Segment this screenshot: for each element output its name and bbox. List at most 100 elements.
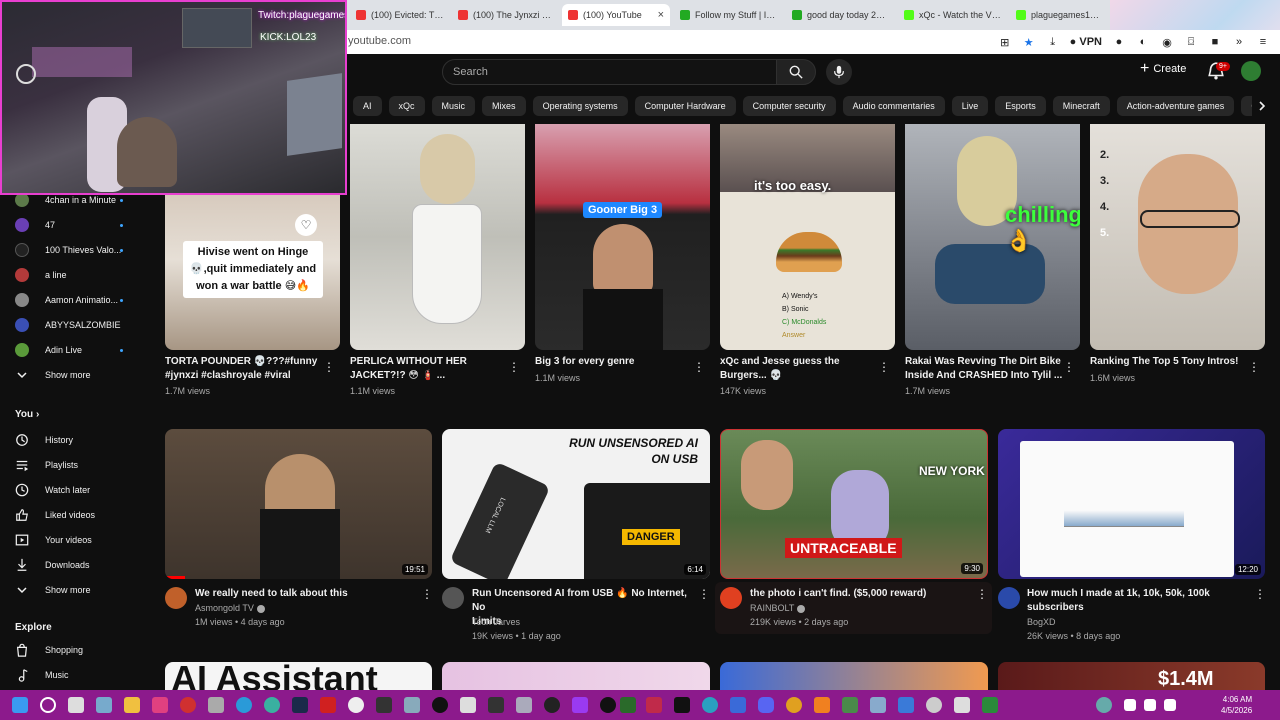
screenshot-icon[interactable]: ⊞ xyxy=(998,36,1012,49)
browser-tab[interactable]: plaguegames16 Stream... xyxy=(1010,4,1110,26)
sidebar-item-history[interactable]: History xyxy=(0,429,150,451)
vpn-button[interactable]: ● VPN xyxy=(1070,36,1102,48)
chip[interactable]: Audio commentaries xyxy=(842,96,945,116)
more-options-icon[interactable]: ⋮ xyxy=(976,587,988,601)
sidebar-toggle-icon[interactable]: ■ xyxy=(1208,36,1222,48)
chrome-icon[interactable] xyxy=(786,697,802,713)
video-title[interactable]: How much I made at 1k, 10k, 50k, 100k sub… xyxy=(1027,587,1247,615)
more-options-icon[interactable]: ⋮ xyxy=(1254,587,1266,601)
channel-name[interactable]: RAINBOLT xyxy=(750,601,806,615)
app-icon[interactable] xyxy=(646,697,662,713)
camera-icon[interactable]: ⌼ xyxy=(1184,36,1198,49)
sidebar-item-your-videos[interactable]: Your videos xyxy=(0,529,150,551)
short-thumbnail[interactable]: 2. 3. 4. 5. xyxy=(1090,124,1265,350)
channel-avatar[interactable] xyxy=(442,587,464,609)
settings-icon[interactable] xyxy=(348,697,364,713)
channel-name[interactable]: Tech Jarves xyxy=(472,615,520,629)
app-icon[interactable] xyxy=(898,697,914,713)
video-thumbnail[interactable] xyxy=(720,662,988,690)
extension-icon[interactable]: ● xyxy=(1112,36,1126,48)
chip[interactable]: Operating systems xyxy=(532,96,628,116)
app-icon[interactable] xyxy=(460,697,476,713)
show-more-you[interactable]: Show more xyxy=(0,579,150,601)
extension-icon[interactable]: ◉ xyxy=(1160,36,1174,49)
app-icon[interactable] xyxy=(488,697,504,713)
short-thumbnail[interactable]: it's too easy. A) Wendy's B) Sonic C) Mc… xyxy=(720,124,895,350)
edge-icon[interactable] xyxy=(236,697,252,713)
sidebar-subscription[interactable]: ABYYSALZOMBIE xyxy=(0,314,150,336)
close-tab-icon[interactable]: × xyxy=(658,9,664,21)
search-icon[interactable] xyxy=(40,697,56,713)
app-icon[interactable] xyxy=(926,697,942,713)
channel-avatar[interactable] xyxy=(165,587,187,609)
app-icon[interactable] xyxy=(404,697,420,713)
chip[interactable]: AI xyxy=(353,96,382,116)
chip[interactable]: Live xyxy=(951,96,989,116)
app-icon[interactable] xyxy=(516,697,532,713)
tray-app-icon[interactable] xyxy=(1096,697,1112,713)
download-icon[interactable]: ⤓ xyxy=(1046,36,1060,49)
chip[interactable]: Action-adventure games xyxy=(1116,96,1235,116)
browser-tab[interactable]: (100) The Jynxzi situat... xyxy=(452,4,560,26)
channel-avatar[interactable] xyxy=(720,587,742,609)
file-explorer-icon[interactable] xyxy=(124,697,140,713)
app-icon[interactable] xyxy=(730,697,746,713)
chip[interactable]: Esports xyxy=(995,96,1046,116)
more-options-icon[interactable]: ⋮ xyxy=(323,360,335,374)
bookmark-star-icon[interactable]: ★ xyxy=(1022,36,1036,49)
browser-tab-active[interactable]: (100) YouTube × xyxy=(562,4,670,26)
extension-icon[interactable]: ◐ xyxy=(1136,36,1150,48)
app-icon[interactable] xyxy=(432,697,448,713)
sidebar-item-downloads[interactable]: Downloads xyxy=(0,554,150,576)
sidebar-subscription[interactable]: Aamon Animatio... xyxy=(0,289,150,311)
chip[interactable]: Music xyxy=(431,96,476,116)
battery-icon[interactable] xyxy=(1164,699,1176,711)
app-icon[interactable] xyxy=(600,697,616,713)
steam-icon[interactable] xyxy=(292,697,308,713)
app-icon[interactable] xyxy=(264,697,280,713)
app-icon[interactable] xyxy=(842,697,858,713)
chip[interactable]: xQc xyxy=(388,96,425,116)
video-thumbnail[interactable]: AI Assistant xyxy=(165,662,432,690)
sidebar-item-playlists[interactable]: Playlists xyxy=(0,454,150,476)
opera-icon[interactable] xyxy=(180,697,196,713)
video-thumbnail[interactable]: NEW YORK UNTRACEABLE 9:30 xyxy=(720,429,988,579)
video-title[interactable]: We really need to talk about this xyxy=(195,587,415,601)
search-input[interactable]: Search xyxy=(442,59,777,85)
video-thumbnail[interactable]: RUN UNSENSORED AI ON USB LOCAL LLM DANGE… xyxy=(442,429,710,579)
search-button[interactable] xyxy=(776,59,816,85)
vlc-icon[interactable] xyxy=(814,697,830,713)
taskbar-clock[interactable]: 4:06 AM 4/5/2026 xyxy=(1221,694,1252,716)
sidebar-subscription[interactable]: Adin Live xyxy=(0,339,150,361)
browser-tab[interactable]: Follow my Stuff | Insta... xyxy=(674,4,784,26)
video-thumbnail[interactable]: $1.4M xyxy=(998,662,1265,690)
wifi-icon[interactable] xyxy=(1124,699,1136,711)
show-more-subscriptions[interactable]: Show more xyxy=(0,364,150,386)
url-text[interactable]: youtube.com xyxy=(348,35,411,47)
you-heading[interactable]: You › xyxy=(15,409,39,420)
sidebar-subscription[interactable]: 47 xyxy=(0,214,150,236)
app-icon[interactable] xyxy=(620,697,636,713)
menu-icon[interactable]: ≡ xyxy=(1256,36,1270,48)
app-icon[interactable] xyxy=(376,697,392,713)
voice-search-button[interactable] xyxy=(826,59,852,85)
chip[interactable]: Computer security xyxy=(742,96,836,116)
more-options-icon[interactable]: ⋮ xyxy=(693,360,705,374)
app-icon[interactable] xyxy=(152,697,168,713)
windows-start-icon[interactable] xyxy=(12,697,28,713)
more-options-icon[interactable]: ⋮ xyxy=(1063,360,1075,374)
chip[interactable]: Computer Hardware xyxy=(634,96,736,116)
app-icon[interactable] xyxy=(954,697,970,713)
browser-tab[interactable]: (100) Evicted: The Hid... xyxy=(350,4,450,26)
volume-icon[interactable] xyxy=(1144,699,1156,711)
account-avatar[interactable] xyxy=(1241,61,1261,81)
short-title[interactable]: Big 3 for every genre xyxy=(535,355,695,369)
app-icon[interactable] xyxy=(572,697,588,713)
more-options-icon[interactable]: ⋮ xyxy=(698,587,710,601)
channel-name[interactable]: Asmongold TV xyxy=(195,601,265,615)
video-thumbnail[interactable]: 19:51 xyxy=(165,429,432,579)
more-options-icon[interactable]: ⋮ xyxy=(508,360,520,374)
app-icon[interactable] xyxy=(674,697,690,713)
create-button[interactable]: + Create xyxy=(1140,61,1186,77)
video-thumbnail[interactable] xyxy=(442,662,710,690)
